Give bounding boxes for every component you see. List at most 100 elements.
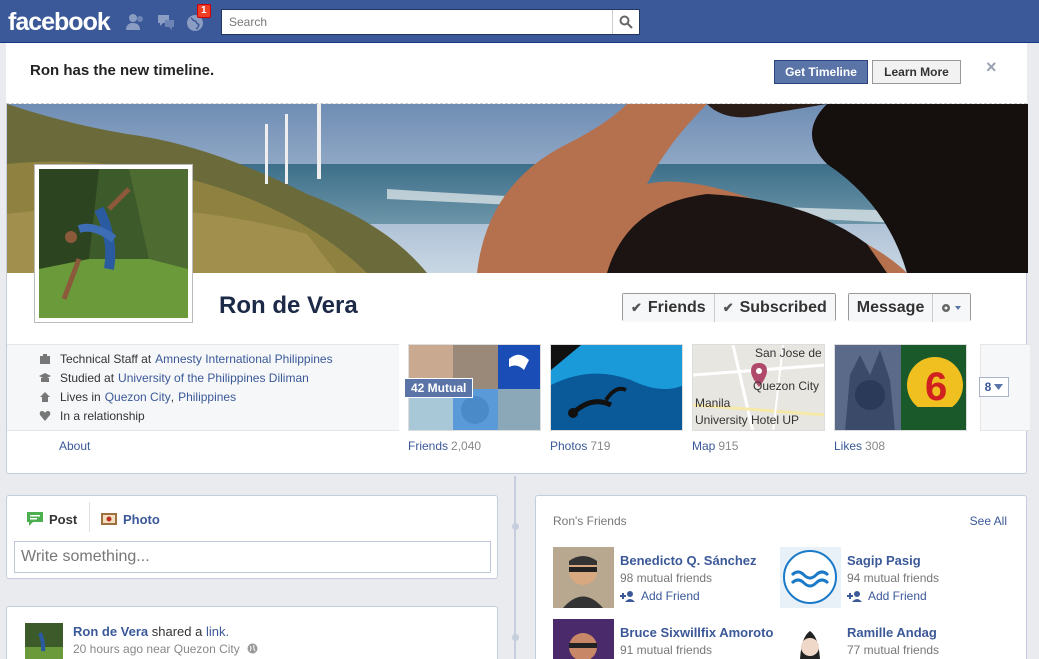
message-button[interactable]: Message [848,294,933,322]
status-input[interactable] [14,541,491,573]
info-work: Technical Staff at Amnesty International… [39,350,333,368]
info-location-city-link[interactable]: Quezon City [105,390,171,404]
settings-dropdown-button[interactable] [932,294,971,322]
notification-badge: 1 [197,4,211,18]
map-count: 915 [718,439,739,453]
info-work-link[interactable]: Amnesty International Philippines [155,352,332,366]
chevron-down-icon [994,384,1004,390]
post-tab[interactable]: Post [26,511,77,527]
info-location-prefix: Lives in [60,390,101,404]
get-timeline-button[interactable]: Get Timeline [774,60,868,84]
facebook-logo[interactable]: facebook [8,8,111,37]
subscribed-button-label: Subscribed [739,299,827,316]
photos-tile[interactable] [550,344,683,431]
friends-tile-label[interactable]: Friends 2,040 [408,439,481,453]
friend-mutual-count[interactable]: 77 mutual friends [847,643,939,657]
friend-avatar[interactable] [553,547,614,608]
more-apps-button[interactable]: 8 [979,377,1009,397]
friend-card: Benedicto Q. Sánchez 98 mutual friends A… [553,547,783,611]
add-friend-label: Add Friend [641,589,700,603]
info-relationship: In a relationship [39,407,145,425]
profile-actions: ✔ Friends ✔ Subscribed Message [622,293,972,322]
friend-mutual-count[interactable]: 94 mutual friends [847,571,939,585]
photos-count: 719 [590,439,611,453]
friends-box: Ron's Friends See All Benedicto Q. Sánch… [535,495,1027,659]
friend-status-group: ✔ Friends ✔ Subscribed [622,293,836,322]
friend-name[interactable]: Benedicto Q. Sánchez [620,553,757,568]
friend-name[interactable]: Ramille Andag [847,625,937,640]
post-tab-label: Post [49,511,78,527]
profile-info-panel: Technical Staff at Amnesty International… [7,344,399,431]
timeline-banner: Ron has the new timeline. Get Timeline L… [6,43,1027,104]
friend-name[interactable]: Bruce Sixwillfix Amoroto [620,625,773,640]
likes-count: 308 [865,439,886,453]
search-button[interactable] [612,10,639,34]
mutual-friends-badge[interactable]: 42 Mutual [404,378,474,398]
friend-avatar[interactable] [553,619,614,659]
learn-more-button[interactable]: Learn More [872,60,961,84]
info-education: Studied at University of the Philippines… [39,369,309,387]
friend-avatar[interactable] [780,547,841,608]
globe-icon[interactable] [247,643,258,654]
post-author-name[interactable]: Ron de Vera [73,624,148,639]
check-icon: ✔ [722,300,734,315]
friend-mutual-count[interactable]: 98 mutual friends [620,571,712,585]
svg-text:6: 6 [925,365,947,409]
info-education-link[interactable]: University of the Philippines Diliman [118,371,309,385]
tab-separator [89,502,90,532]
message-group: Message [847,293,972,322]
add-friend-button[interactable]: Add Friend [620,589,700,603]
likes-tile-label-text: Likes [834,439,863,453]
post-header: Ron de Vera shared a link. [73,624,229,639]
photo-icon [101,513,117,525]
status-composer: Post Photo [6,495,498,579]
about-link[interactable]: About [59,439,90,453]
post-meta: 20 hours ago near Quezon City [73,642,258,656]
photo-tab-label: Photo [123,511,160,527]
add-friend-icon [620,591,635,602]
post-author-avatar[interactable] [25,623,63,659]
map-tile-label[interactable]: Map 915 [692,439,738,453]
friends-button[interactable]: ✔ Friends [623,294,714,322]
search-box [221,9,640,35]
post-object-link[interactable]: link. [206,624,229,639]
map-tile[interactable]: San Jose de Quezon City Manila Universit… [692,344,825,431]
timeline-dot [512,523,519,530]
info-location-comma: , [170,390,175,404]
more-apps-count: 8 [984,380,992,394]
info-education-prefix: Studied at [60,371,115,385]
friend-card: Bruce Sixwillfix Amoroto 91 mutual frien… [553,619,783,659]
friend-requests-icon[interactable] [125,12,145,32]
post-timestamp[interactable]: 20 hours ago near Quezon City [73,642,240,656]
briefcase-icon [40,354,50,364]
see-all-link[interactable]: See All [970,514,1007,528]
friend-name[interactable]: Sagip Pasig [847,553,921,568]
map-label-manila: Manila [695,396,731,410]
photo-tab[interactable]: Photo [100,511,160,527]
school-icon [39,373,51,382]
photos-tile-label-text: Photos [550,439,588,453]
profile-picture[interactable] [34,164,193,323]
search-input[interactable] [222,10,612,34]
friend-card: Sagip Pasig 94 mutual friends Add Friend [780,547,1010,611]
add-friend-icon [847,591,862,602]
add-friend-button[interactable]: Add Friend [847,589,927,603]
friend-avatar[interactable] [780,619,841,659]
map-label-hotel: University Hotel UP [695,413,799,427]
friends-button-label: Friends [647,299,706,316]
speech-bubble-icon [27,512,43,526]
info-location: Lives in Quezon City, Philippines [39,388,236,406]
messages-icon[interactable] [156,12,176,32]
gear-icon [941,304,961,312]
likes-tile[interactable]: 6 [834,344,967,431]
friend-mutual-count[interactable]: 91 mutual friends [620,643,712,657]
subscribed-button[interactable]: ✔ Subscribed [713,294,835,322]
info-location-country-link[interactable]: Philippines [178,390,236,404]
top-bar: facebook 1 [0,0,1039,43]
photos-tile-label[interactable]: Photos 719 [550,439,610,453]
close-icon[interactable]: × [986,57,997,78]
friends-box-title: Ron's Friends [553,514,627,528]
post-action: shared a [151,624,203,639]
likes-tile-label[interactable]: Likes 308 [834,439,885,453]
heart-icon [39,411,51,421]
